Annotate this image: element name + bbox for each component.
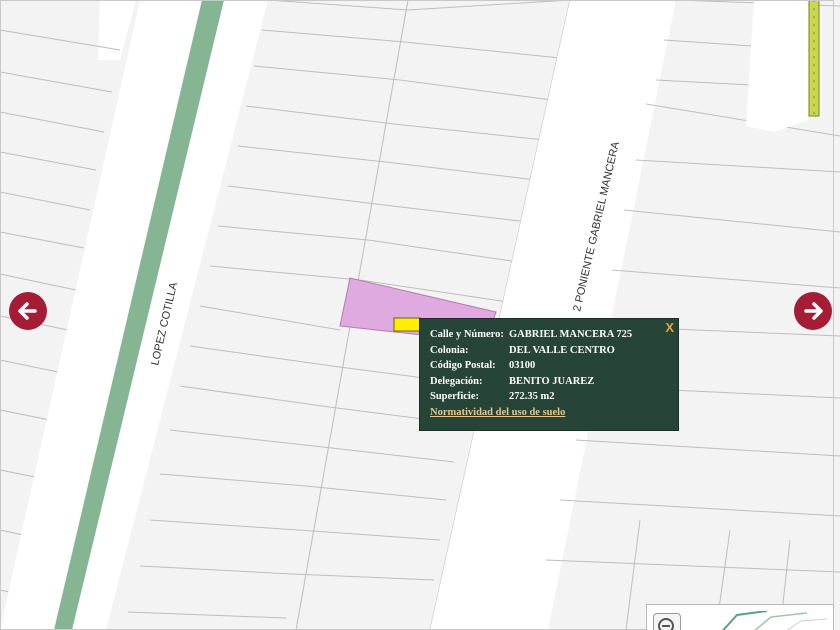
overview-panel [646,604,834,630]
arrow-left-icon [18,302,37,320]
popup-value: 03100 [509,360,536,372]
popup-value: 272.35 m2 [509,391,555,403]
popup-row-superficie: Superficie: 272.35 m2 [430,391,632,407]
popup-row-delegacion: Delegación: BENITO JUAREZ [430,376,632,392]
popup-label: Calle y Número: [430,329,504,340]
popup-value: BENITO JUAREZ [509,375,595,387]
popup-label: Colonia: [430,344,469,356]
popup-row-address: Calle y Número: GABRIEL MANCERA 725 [430,329,632,345]
popup-close-button[interactable]: X [665,320,674,335]
popup-details: Calle y Número: GABRIEL MANCERA 725 Colon… [430,329,632,407]
zoom-out-button[interactable] [653,613,681,630]
location-marker[interactable] [393,317,421,332]
land-use-regulation-link[interactable]: Normatividad del uso de suelo [430,407,565,418]
parcel-info-popup: X Calle y Número: GABRIEL MANCERA 725 Col… [419,318,679,431]
map-layer: LOPEZ COTILLA 2 PONIENTE GABRIEL MANCERA [0,0,840,630]
prev-arrow-button[interactable] [9,292,47,330]
next-arrow-button[interactable] [794,292,832,330]
popup-value: GABRIEL MANCERA 725 [509,329,633,340]
popup-label: Superficie: [430,391,479,403]
zoom-out-icon [658,618,674,630]
road-upper-right [746,0,808,132]
popup-value: DEL VALLE CENTRO [509,344,615,356]
popup-label: Delegación: [430,375,483,387]
overview-map-thumbnail [722,611,827,630]
popup-row-colonia: Colonia: DEL VALLE CENTRO [430,345,632,361]
map-canvas[interactable]: LOPEZ COTILLA 2 PONIENTE GABRIEL MANCERA… [0,0,840,630]
popup-label: Código Postal: [430,360,496,372]
arrow-right-icon [804,302,823,320]
popup-row-postal-code: Código Postal: 03100 [430,360,632,376]
